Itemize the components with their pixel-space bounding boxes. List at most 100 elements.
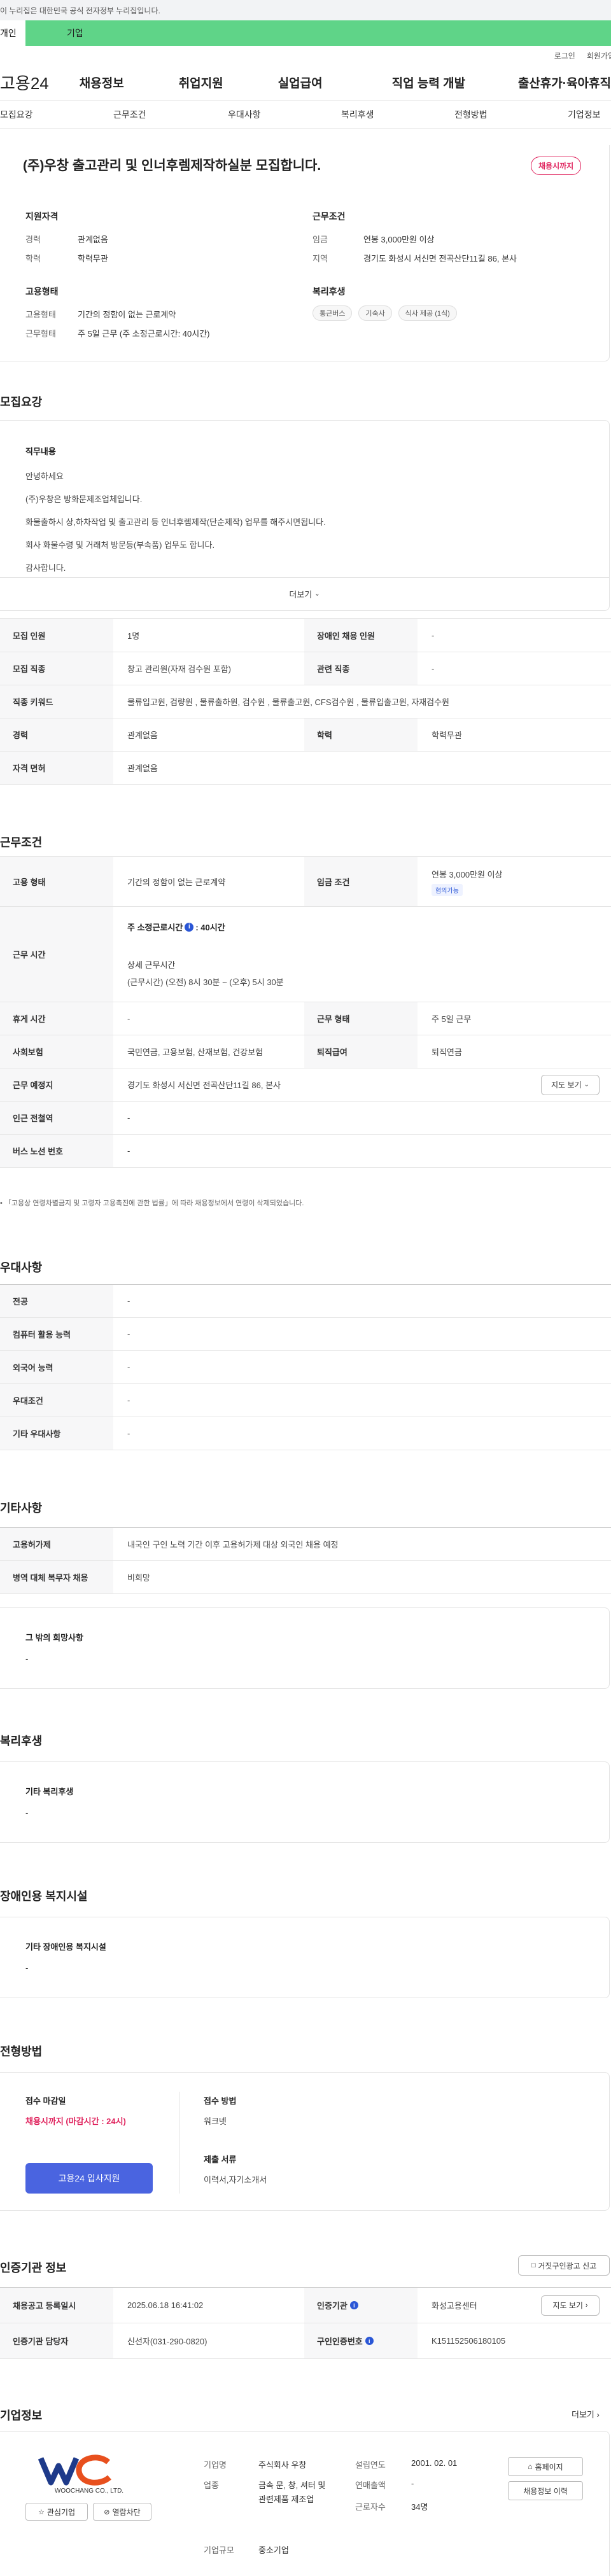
subnav-company[interactable]: 기업정보 xyxy=(568,108,601,121)
main-nav: 고용24 채용정보 취업지원 실업급여 직업 능력 개발 출산휴가·육아휴직 xyxy=(0,65,611,101)
table-row: 모집 직종 창고 관리원(자재 검수원 포함) 관련 직종 - xyxy=(0,652,611,685)
process-card: 접수 마감일 채용시까지 (마감시간 : 24시) 고용24 입사지원 접수 방… xyxy=(0,2072,610,2211)
subnav-conditions[interactable]: 근무조건 xyxy=(113,108,228,121)
company-more-link[interactable]: 더보기 › xyxy=(572,2408,600,2420)
wage-item: 임금 연봉 3,000만원 이상 xyxy=(313,235,435,244)
welfare-card: 기타 복리후생 - xyxy=(0,1761,610,1843)
nav-employment-support[interactable]: 취업지원 xyxy=(179,74,278,91)
recruit-table: 모집 인원 1명 장애인 채용 인원 - 모집 직종 창고 관리원(자재 검수원 포함… xyxy=(0,619,611,785)
welfare-tags: 통근버스 기숙사 식사 제공 (1식) xyxy=(313,305,461,321)
utility-links: 로그인 회원가입 xyxy=(0,46,611,65)
table-row: 채용공고 등록일시 2025.06.18 16:41:02 인증기관 i 화성고용센… xyxy=(0,2288,611,2323)
table-row: 외국어 능력 - xyxy=(0,1351,611,1384)
site-logo[interactable]: 고용24 xyxy=(0,71,80,94)
preferences-heading: 우대사항 xyxy=(0,1261,43,1274)
etc-table: 고용허가제 내국인 구인 노력 기간 이후 고용허가제 대상 외국인 채용 예정 … xyxy=(0,1527,611,1594)
block-company-button[interactable]: ⊘ 열람차단 xyxy=(93,2503,151,2521)
table-row: 인증기관 담당자 신선자(031-290-0820) 구인인증번호 i K15115… xyxy=(0,2323,611,2359)
status-badge: 채용시까지 xyxy=(531,157,582,175)
table-row: 기타 우대사항 - xyxy=(0,1417,611,1450)
table-row: 휴게 시간 - 근무 형태 주 5일 근무 xyxy=(0,1002,611,1035)
nav-skill-development[interactable]: 직업 능력 개발 xyxy=(392,74,509,91)
woochang-logo-icon: WOOCHANG CO., LTD. xyxy=(38,2454,123,2495)
subnav-process[interactable]: 전형방법 xyxy=(454,108,568,121)
nav-parental-leave[interactable]: 출산휴가·육아휴직 xyxy=(518,74,611,91)
table-row: 직종 키워드 물류입고원, 검량원 , 물류출하원, 검수원 , 물류출고원, C… xyxy=(0,685,611,718)
block-icon: ⊘ xyxy=(104,2508,110,2516)
company-card: WOOCHANG CO., LTD. ☆ 관심기업 ⊘ 열람차단 기업명 주식회사 … xyxy=(0,2431,610,2576)
age-note: • 「고용상 연령차별금지 및 고령자 고용촉진에 관한 법률」에 따라 채용정… xyxy=(0,1200,304,1207)
table-row: 고용허가제 내국인 구인 노력 기간 이후 고용허가제 대상 외국인 채용 예정 xyxy=(0,1528,611,1561)
map-button[interactable]: 지도 보기 ⌄ xyxy=(541,1074,600,1095)
tab-personal[interactable]: 개인 xyxy=(0,20,25,46)
subnav-welfare[interactable]: 복리후생 xyxy=(341,108,454,121)
table-row: 우대조건 - xyxy=(0,1384,611,1417)
chevron-right-icon: › xyxy=(585,2301,588,2309)
disabled-facility-card: 기타 장애인용 복지시설 - xyxy=(0,1917,610,1998)
welfare-heading: 복리후생 xyxy=(0,1735,43,1747)
info-icon[interactable]: i xyxy=(365,2337,374,2345)
table-row: 전공 - xyxy=(0,1285,611,1318)
employment-type-item: 고용형태 기간의 정함이 없는 근로계약 xyxy=(25,310,176,319)
divider xyxy=(179,2092,180,2194)
company-heading: 기업정보 xyxy=(0,2409,43,2422)
work-hours-item: 근무형태 주 5일 근무 (주 소정근로시간: 40시간) xyxy=(25,329,210,339)
info-icon[interactable]: i xyxy=(185,922,194,932)
report-button[interactable]: □ 거짓구인광고 신고 xyxy=(518,2255,610,2276)
region-item: 지역 경기도 화성시 서신면 전곡산단11길 86, 본사 xyxy=(313,254,517,263)
homepage-button[interactable]: ⌂ 홈페이지 xyxy=(508,2457,583,2476)
agency-map-button[interactable]: 지도 보기 › xyxy=(541,2295,600,2316)
recruit-heading: 모집요강 xyxy=(0,396,43,409)
info-icon[interactable]: i xyxy=(349,2301,358,2309)
tab-business[interactable]: 기업 xyxy=(25,20,611,46)
deadline-value: 채용시까지 (마감시간 : 24시) xyxy=(25,2117,126,2126)
table-row: 컴퓨터 활용 능력 - xyxy=(0,1318,611,1351)
gov-banner: 이 누리집은 대한민국 공식 전자정부 누리집입니다. xyxy=(0,0,611,20)
negotiable-badge: 협의가능 xyxy=(432,883,463,896)
job-description-title: 직무내용 xyxy=(25,447,56,456)
welfare-tag: 통근버스 xyxy=(313,305,353,321)
career-item: 경력 관계없음 xyxy=(25,235,108,244)
job-summary-card: (주)우창 출고관리 및 인너후렘제작하실분 모집합니다. 채용시까지 지원자격… xyxy=(0,145,610,361)
section-tabs: 모집요강 근무조건 우대사항 복리후생 전형방법 기업정보 xyxy=(0,101,611,129)
svg-text:WOOCHANG CO., LTD.: WOOCHANG CO., LTD. xyxy=(55,2488,123,2494)
warning-icon: □ xyxy=(531,2262,536,2269)
table-row: 병역 대체 복무자 채용 비희망 xyxy=(0,1561,611,1594)
qualification-title: 지원자격 xyxy=(25,211,59,221)
recruit-history-button[interactable]: 채용정보 이력 xyxy=(508,2481,583,2500)
user-type-tabs: 개인 기업 xyxy=(0,20,611,46)
star-icon: ☆ xyxy=(38,2508,45,2516)
nav-jobs[interactable]: 채용정보 xyxy=(80,74,179,91)
login-link[interactable]: 로그인 xyxy=(554,50,575,61)
favorite-company-button[interactable]: ☆ 관심기업 xyxy=(25,2503,88,2521)
table-row: 경력 관계없음 학력 학력무관 xyxy=(0,718,611,752)
welfare-tag: 기숙사 xyxy=(358,305,392,321)
agency-heading: 인증기관 정보 xyxy=(0,2262,67,2274)
process-heading: 전형방법 xyxy=(0,2045,43,2058)
work-heading: 근무조건 xyxy=(0,836,43,849)
home-icon: ⌂ xyxy=(528,2462,533,2471)
nav-unemployment-benefit[interactable]: 실업급여 xyxy=(278,74,376,91)
table-row: 사회보험 국민연금, 고용보험, 산재보험, 건강보험 퇴직급여 퇴직연금 xyxy=(0,1035,611,1068)
welfare-tag: 식사 제공 (1식) xyxy=(398,305,457,321)
preferences-table: 전공 - 컴퓨터 활용 능력 - 외국어 능력 - 우대조건 - 기타 우대사항 - xyxy=(0,1284,611,1450)
subnav-preferences[interactable]: 우대사항 xyxy=(228,108,341,121)
company-logo: WOOCHANG CO., LTD. xyxy=(32,2454,146,2495)
education-item: 학력 학력무관 xyxy=(25,254,108,263)
apply-button[interactable]: 고용24 입사지원 xyxy=(25,2163,153,2194)
chevron-down-icon: ⌄ xyxy=(314,591,320,598)
job-description-card: 직무내용 안녕하세요 (주)우창은 방화문제조업체입니다. 화물출하시 상,하차… xyxy=(0,420,610,611)
table-row: 근무 시간 주 소정근로시간 i : 40시간 상세 근무시간 (근무시간) (… xyxy=(0,907,611,1002)
work-table: 고용 형태 기간의 정함이 없는 근로계약 임금 조건 연봉 3,000만원 이상… xyxy=(0,857,611,1168)
table-row: 인근 전철역 - xyxy=(0,1102,611,1135)
table-row: 근무 예정지 경기도 화성시 서신면 전곡산단11길 86, 본사 지도 보기 ⌄ xyxy=(0,1068,611,1102)
join-link[interactable]: 회원가입 xyxy=(587,50,611,61)
conditions-title: 근무조건 xyxy=(313,211,346,221)
agency-table: 채용공고 등록일시 2025.06.18 16:41:02 인증기관 i 화성고용센… xyxy=(0,2287,611,2359)
more-button[interactable]: 더보기 ⌄ xyxy=(0,577,609,610)
job-title: (주)우창 출고관리 및 인너후렘제작하실분 모집합니다. xyxy=(23,158,321,173)
subnav-recruit[interactable]: 모집요강 xyxy=(0,108,113,121)
table-row: 고용 형태 기간의 정함이 없는 근로계약 임금 조건 연봉 3,000만원 이상… xyxy=(0,857,611,907)
etc-heading: 기타사항 xyxy=(0,1502,43,1515)
table-row: 버스 노선 번호 - xyxy=(0,1135,611,1168)
